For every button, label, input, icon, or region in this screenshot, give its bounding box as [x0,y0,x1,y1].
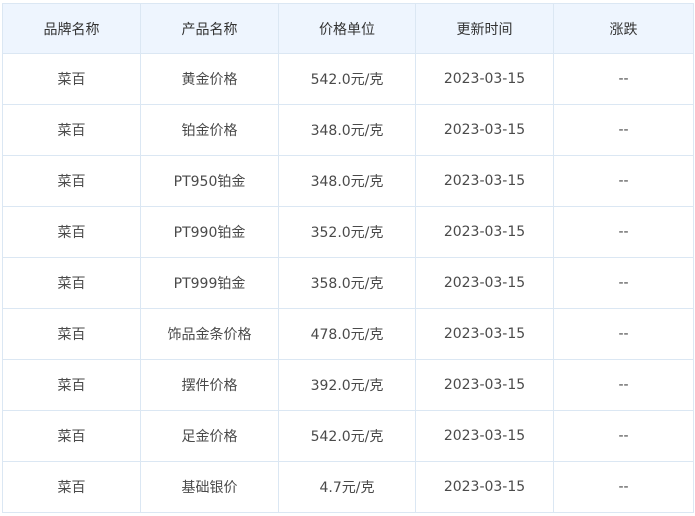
table-header: 品牌名称 产品名称 价格单位 更新时间 涨跌 [2,3,694,54]
change-cell: -- [553,410,694,462]
table-row: 菜百 饰品金条价格 478.0元/克 2023-03-15 -- [2,308,694,360]
price-cell: 352.0元/克 [278,206,416,258]
header-price-unit: 价格单位 [278,3,416,54]
change-cell: -- [553,53,694,105]
brand-cell: 菜百 [2,461,141,513]
header-update-time: 更新时间 [415,3,554,54]
brand-cell: 菜百 [2,53,141,105]
header-brand-name: 品牌名称 [2,3,141,54]
price-table: 品牌名称 产品名称 价格单位 更新时间 涨跌 菜百 黄金价格 542.0元/克 … [2,3,694,513]
price-table-container: 品牌名称 产品名称 价格单位 更新时间 涨跌 菜百 黄金价格 542.0元/克 … [0,0,695,516]
date-cell: 2023-03-15 [415,410,554,462]
table-row: 菜百 黄金价格 542.0元/克 2023-03-15 -- [2,53,694,105]
price-cell: 542.0元/克 [278,410,416,462]
date-cell: 2023-03-15 [415,53,554,105]
change-cell: -- [553,257,694,309]
date-cell: 2023-03-15 [415,155,554,207]
product-cell: 黄金价格 [140,53,279,105]
change-cell: -- [553,461,694,513]
change-cell: -- [553,359,694,411]
table-row: 菜百 铂金价格 348.0元/克 2023-03-15 -- [2,104,694,156]
table-row: 菜百 基础银价 4.7元/克 2023-03-15 -- [2,461,694,513]
table-row: 菜百 PT990铂金 352.0元/克 2023-03-15 -- [2,206,694,258]
product-cell: 铂金价格 [140,104,279,156]
date-cell: 2023-03-15 [415,257,554,309]
price-cell: 4.7元/克 [278,461,416,513]
change-cell: -- [553,104,694,156]
price-cell: 392.0元/克 [278,359,416,411]
date-cell: 2023-03-15 [415,104,554,156]
change-cell: -- [553,155,694,207]
brand-cell: 菜百 [2,359,141,411]
table-row: 菜百 PT999铂金 358.0元/克 2023-03-15 -- [2,257,694,309]
header-product-name: 产品名称 [140,3,279,54]
brand-cell: 菜百 [2,410,141,462]
price-cell: 358.0元/克 [278,257,416,309]
date-cell: 2023-03-15 [415,359,554,411]
brand-cell: 菜百 [2,155,141,207]
price-cell: 348.0元/克 [278,155,416,207]
date-cell: 2023-03-15 [415,206,554,258]
product-cell: 摆件价格 [140,359,279,411]
change-cell: -- [553,206,694,258]
table-row: 菜百 摆件价格 392.0元/克 2023-03-15 -- [2,359,694,411]
brand-cell: 菜百 [2,308,141,360]
brand-cell: 菜百 [2,257,141,309]
product-cell: 基础银价 [140,461,279,513]
header-change: 涨跌 [553,3,694,54]
header-row: 品牌名称 产品名称 价格单位 更新时间 涨跌 [2,3,694,54]
price-cell: 348.0元/克 [278,104,416,156]
product-cell: 足金价格 [140,410,279,462]
price-cell: 542.0元/克 [278,53,416,105]
product-cell: 饰品金条价格 [140,308,279,360]
table-row: 菜百 PT950铂金 348.0元/克 2023-03-15 -- [2,155,694,207]
table-row: 菜百 足金价格 542.0元/克 2023-03-15 -- [2,410,694,462]
product-cell: PT950铂金 [140,155,279,207]
brand-cell: 菜百 [2,206,141,258]
price-cell: 478.0元/克 [278,308,416,360]
brand-cell: 菜百 [2,104,141,156]
product-cell: PT990铂金 [140,206,279,258]
table-body: 菜百 黄金价格 542.0元/克 2023-03-15 -- 菜百 铂金价格 3… [2,53,694,513]
change-cell: -- [553,308,694,360]
product-cell: PT999铂金 [140,257,279,309]
date-cell: 2023-03-15 [415,461,554,513]
date-cell: 2023-03-15 [415,308,554,360]
